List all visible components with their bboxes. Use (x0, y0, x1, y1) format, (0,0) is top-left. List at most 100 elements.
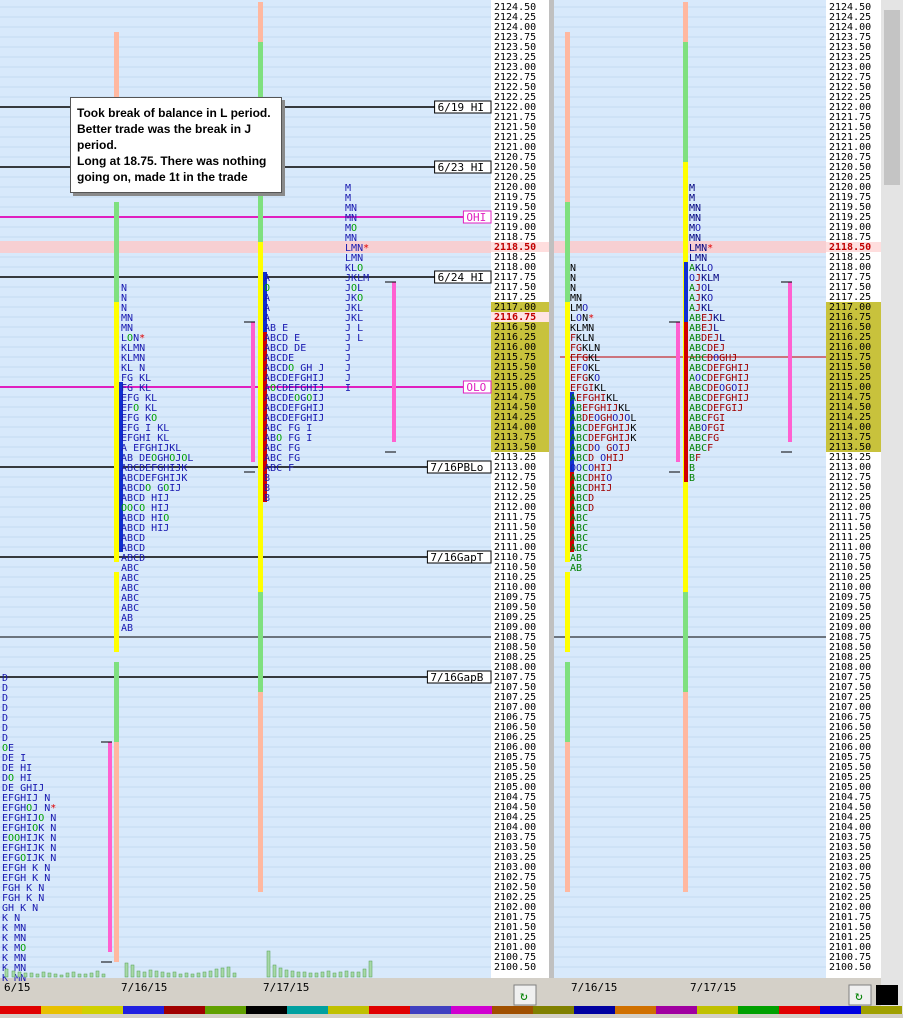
period-bar (258, 692, 263, 892)
volume-bar (284, 969, 289, 978)
panel-divider (549, 0, 554, 1014)
period-bar (114, 202, 119, 302)
current-price-label: 2118.50 (829, 242, 871, 253)
highlight-price-label: 2116.75 (494, 312, 536, 323)
value-area-bar (251, 322, 255, 462)
period-bar (258, 242, 263, 502)
volume-bar (184, 972, 189, 978)
volume-bar (232, 972, 237, 978)
volume-bar (302, 971, 307, 978)
volume-bar (338, 971, 343, 978)
palette-swatch (0, 1006, 41, 1014)
annotation-line: Long at 18.75. There was nothing (77, 154, 267, 168)
volume-bar (178, 973, 183, 978)
volume-bar (160, 971, 165, 978)
annotation-line: period. (77, 138, 118, 152)
corner-box (876, 985, 898, 1005)
period-bar (114, 302, 119, 382)
period-bar (258, 2, 263, 42)
value-area-bar (676, 322, 680, 462)
annotation-line: Better trade was the break in J (77, 122, 252, 136)
refresh-icon: ↻ (520, 989, 528, 1004)
volume-bar (136, 970, 141, 978)
volume-bar (142, 971, 147, 978)
volume-bar (214, 968, 219, 978)
volume-bar (47, 972, 52, 978)
volume-bar (196, 972, 201, 978)
palette-swatch (41, 1006, 82, 1014)
date-label: 6/15 (4, 981, 31, 994)
reference-label: 6/23 HI (438, 161, 484, 174)
palette-swatch (861, 1006, 902, 1014)
period-bar (683, 592, 688, 692)
period-bar (565, 32, 570, 202)
volume-bar (101, 973, 106, 978)
volume-bar (23, 972, 28, 978)
period-bar (114, 662, 119, 742)
palette-swatch (779, 1006, 820, 1014)
period-bar (683, 2, 688, 42)
period-bar (114, 382, 119, 562)
trade-annotation: Took break of balance in L period. Bette… (70, 97, 282, 193)
tpo-row: AB (570, 563, 582, 574)
volume-bar (278, 967, 283, 978)
palette-swatch (533, 1006, 574, 1014)
period-bar (683, 42, 688, 162)
tpo-row: AB (121, 623, 133, 634)
palette-swatch (164, 1006, 205, 1014)
period-bar (565, 662, 570, 742)
volume-bar (59, 974, 64, 978)
palette-swatch (123, 1006, 164, 1014)
palette-swatch (369, 1006, 410, 1014)
annotation-line: going on, made 1t in the trade (77, 170, 248, 184)
scrollbar-thumb (884, 10, 900, 185)
volume-bar (272, 964, 277, 978)
palette-swatch (205, 1006, 246, 1014)
period-bar (565, 572, 570, 652)
volume-bar (172, 971, 177, 978)
volume-bar (154, 970, 159, 978)
volume-bar (368, 960, 373, 978)
date-label: 7/17/15 (690, 981, 736, 994)
volume-bar (95, 970, 100, 978)
palette-swatch (615, 1006, 656, 1014)
market-profile-chart: 2124.50 2124.25 2124.00 2123.75 2123.50 2123.… (0, 0, 903, 1014)
volume-bar (202, 971, 207, 978)
palette-swatch (410, 1006, 451, 1014)
period-bar (683, 692, 688, 892)
volume-bar (166, 972, 171, 978)
volume-bar (190, 973, 195, 978)
volume-bar (41, 971, 46, 978)
date-label: 7/16/15 (121, 981, 167, 994)
volume-bar (344, 970, 349, 978)
current-price-band (0, 241, 491, 253)
volume-bar (17, 971, 22, 978)
palette-swatch (697, 1006, 738, 1014)
value-area-bar (108, 742, 112, 952)
volume-bar (65, 972, 70, 978)
initial-balance-bar (684, 262, 688, 322)
palette-swatch (246, 1006, 287, 1014)
period-bar (114, 572, 119, 652)
volume-bar (290, 970, 295, 978)
reference-label: OHI (466, 211, 486, 224)
volume-bar (314, 972, 319, 978)
volume-bar (77, 973, 82, 978)
volume-bar (53, 973, 58, 978)
reference-label: OLO (466, 381, 486, 394)
palette-swatch (492, 1006, 533, 1014)
date-label: 7/16/15 (571, 981, 617, 994)
palette-swatch (287, 1006, 328, 1014)
period-bar (258, 592, 263, 692)
volume-bar (296, 971, 301, 978)
price-tick-label: 2100.50 (494, 962, 536, 973)
volume-bar (208, 970, 213, 978)
volume-bar (4, 968, 9, 978)
period-bar (258, 502, 263, 592)
period-bar (565, 742, 570, 892)
reference-label: 7/16GapT (430, 551, 483, 564)
volume-bar (35, 973, 40, 978)
palette-swatch (738, 1006, 779, 1014)
volume-bar (83, 973, 88, 978)
initial-balance-bar (684, 322, 688, 482)
